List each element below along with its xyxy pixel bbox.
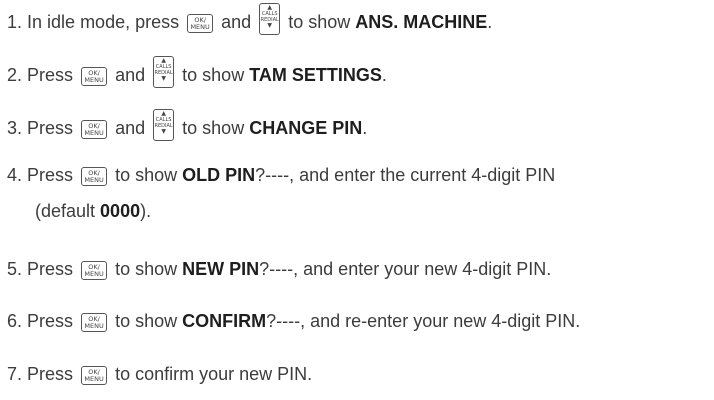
display-label: TAM SETTINGS [249,64,382,85]
step-text: to show [182,117,245,138]
step-number: 7. [7,364,23,384]
step-text: Press [27,259,74,279]
instruction-step-7: 7. Press OK/MENU to confirm your new PIN… [7,361,312,387]
step-text: to show [115,311,178,331]
ok-menu-key-icon: OK/MENU [81,66,108,86]
step-text: Press [27,311,74,331]
step-text: Press [27,117,74,138]
instruction-step-6: 6. Press OK/MENU to show CONFIRM?----, a… [7,308,580,334]
step-number: 4. [7,165,23,185]
ok-menu-key-icon: OK/MENU [81,119,108,139]
instruction-step-4: 4. Press OK/MENU to show OLD PIN?----, a… [7,162,555,188]
step-number: 1. [7,11,23,32]
step-number: 6. [7,311,23,331]
display-label: CHANGE PIN [249,117,363,138]
display-label: OLD PIN [182,165,256,185]
step-number: 5. [7,259,23,279]
step-text: to show [115,165,178,185]
instruction-step-2: 2. Press OK/MENU and ▲ CALLS REDIAL ▼ to sh… [7,56,387,92]
display-label: NEW PIN [182,259,260,279]
step-text: to confirm your new PIN. [115,364,313,384]
ok-menu-key-icon: OK/MENU [187,13,214,33]
display-label: CONFIRM [182,311,267,331]
step-text: and [115,117,146,138]
display-label: ANS. MACHINE [355,11,488,32]
step-text: and [221,11,252,32]
instruction-step-4-continued: (default 0000). [35,201,152,221]
step-text: In idle mode, press [27,11,180,32]
step-text: to show [182,64,245,85]
step-text: Press [27,64,74,85]
instruction-step-1: 1. In idle mode, press OK/MENU and ▲ CALL… [7,3,492,39]
step-number: 3. [7,117,23,138]
step-number: 2. [7,64,23,85]
step-text: to show [288,11,351,32]
instruction-step-3: 3. Press OK/MENU and ▲ CALLS REDIAL ▼ to sh… [7,109,367,145]
ok-menu-key-icon: OK/MENU [81,260,108,280]
ok-menu-key-icon: OK/MENU [81,312,108,332]
instruction-step-5: 5. Press OK/MENU to show NEW PIN?----, a… [7,256,551,282]
step-text: to show [115,259,178,279]
step-text: Press [27,364,74,384]
default-pin-value: 0000 [100,201,141,221]
ok-menu-key-icon: OK/MENU [81,166,108,186]
calls-redial-key-icon: ▲ CALLS REDIAL ▼ [153,56,175,88]
calls-redial-key-icon: ▲ CALLS REDIAL ▼ [259,3,281,35]
step-text: and [115,64,146,85]
step-text: Press [27,165,74,185]
calls-redial-key-icon: ▲ CALLS REDIAL ▼ [153,109,175,141]
ok-menu-key-icon: OK/MENU [81,365,108,385]
